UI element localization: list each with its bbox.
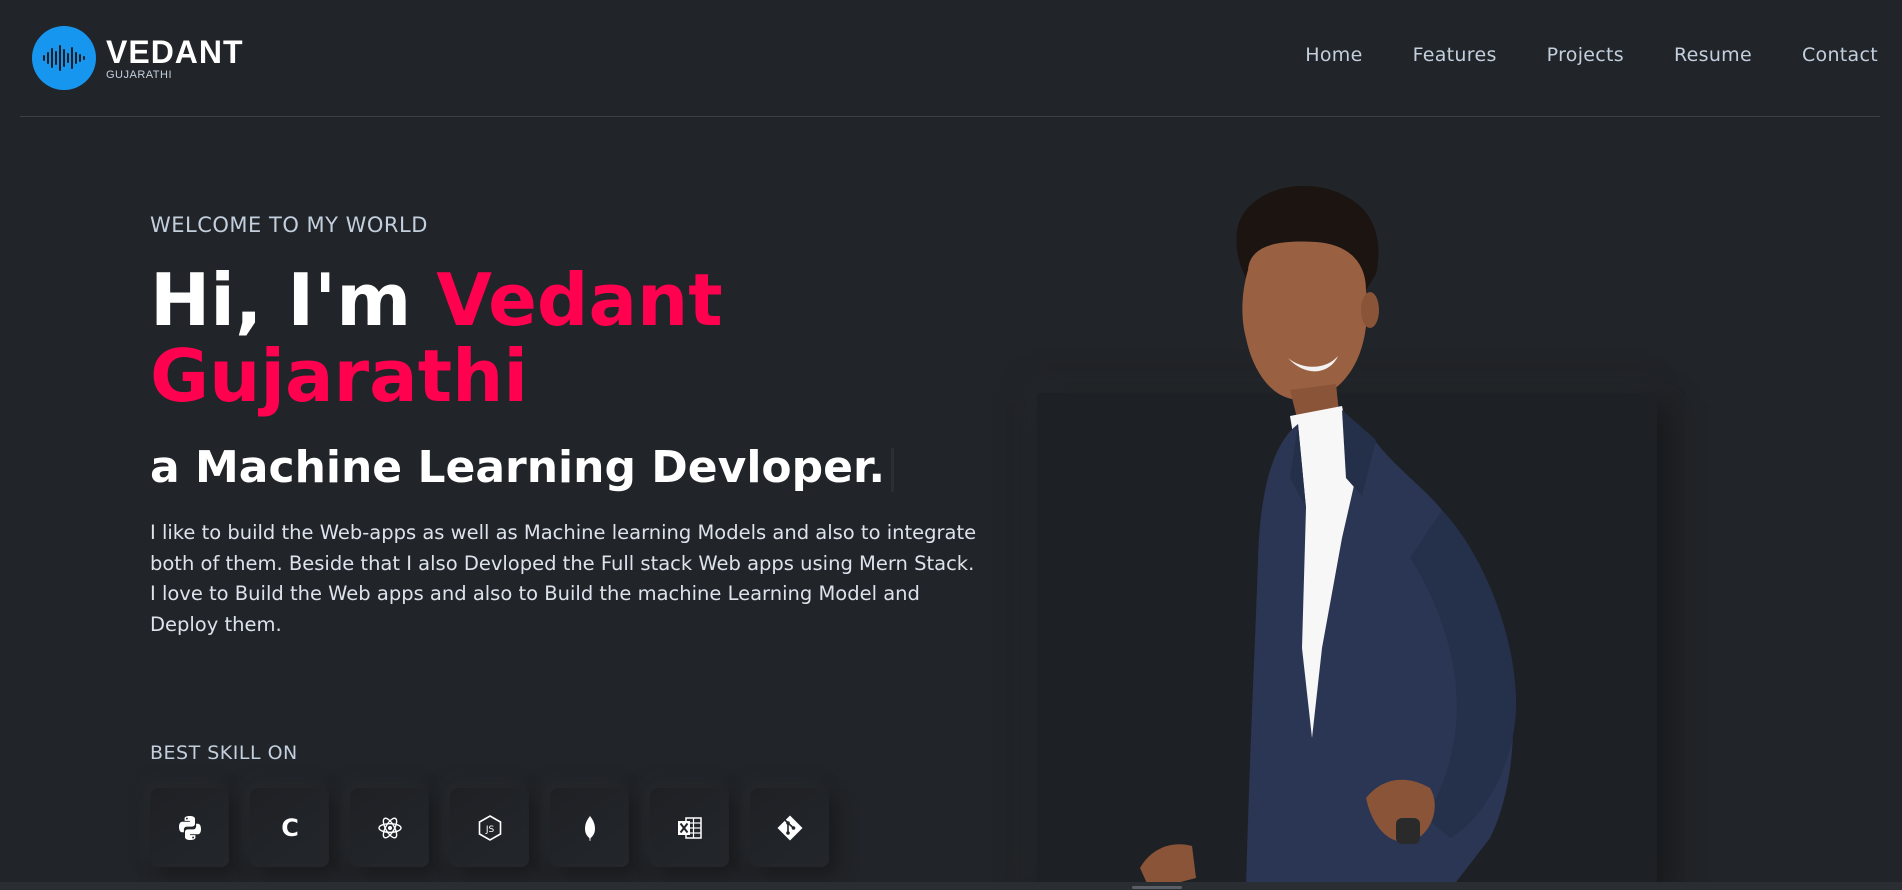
nav-resume[interactable]: Resume [1674,44,1752,66]
horizontal-scrollbar[interactable] [0,882,1902,890]
logo-name: VEDANT [106,34,244,70]
role-typewriter: a Machine Learning Devloper. [150,442,895,493]
skill-react[interactable] [350,788,429,867]
nav-features[interactable]: Features [1413,44,1497,66]
typing-caret [891,448,895,492]
hero-headline: Hi, I'm Vedant Gujarathi [150,262,870,414]
welcome-text: WELCOME TO MY WORLD [150,213,428,237]
skills-list: C JS [150,788,829,867]
c-language-icon: C [281,814,299,842]
git-icon [777,815,802,840]
scrollbar-thumb[interactable] [1132,886,1182,889]
nav-contact[interactable]: Contact [1802,44,1878,66]
nav-projects[interactable]: Projects [1547,44,1624,66]
soundwave-logo-icon [32,26,96,90]
skill-nodejs[interactable]: JS [450,788,529,867]
role-text: a Machine Learning Devloper. [150,442,886,493]
logo-subtitle: GUJARATHI [106,69,173,81]
greeting-text: Hi, I'm [150,258,437,342]
python-icon [178,815,201,840]
skill-excel[interactable] [650,788,729,867]
nav-home[interactable]: Home [1305,44,1362,66]
react-icon [377,817,402,838]
skill-c[interactable]: C [250,788,329,867]
profile-photo [1140,185,1517,890]
skill-python[interactable] [150,788,229,867]
skills-title: BEST SKILL ON [150,742,298,764]
svg-text:JS: JS [484,825,494,835]
svg-text:C: C [281,814,299,842]
name-last: Gujarathi [150,334,529,418]
skill-mongodb[interactable] [550,788,629,867]
mongodb-icon [584,815,595,841]
bio-paragraph: I like to build the Web-apps as well as … [150,521,977,636]
logo[interactable]: VEDANT GUJARATHI [32,26,244,90]
skill-git[interactable] [750,788,829,867]
header-divider [20,116,1880,117]
name-first: Vedant [436,258,723,342]
excel-icon [677,816,702,839]
site-header: VEDANT GUJARATHI Home Features Projects … [0,0,1902,117]
nodejs-icon: JS [478,814,501,841]
main-nav: Home Features Projects Resume Contact [1255,44,1878,66]
